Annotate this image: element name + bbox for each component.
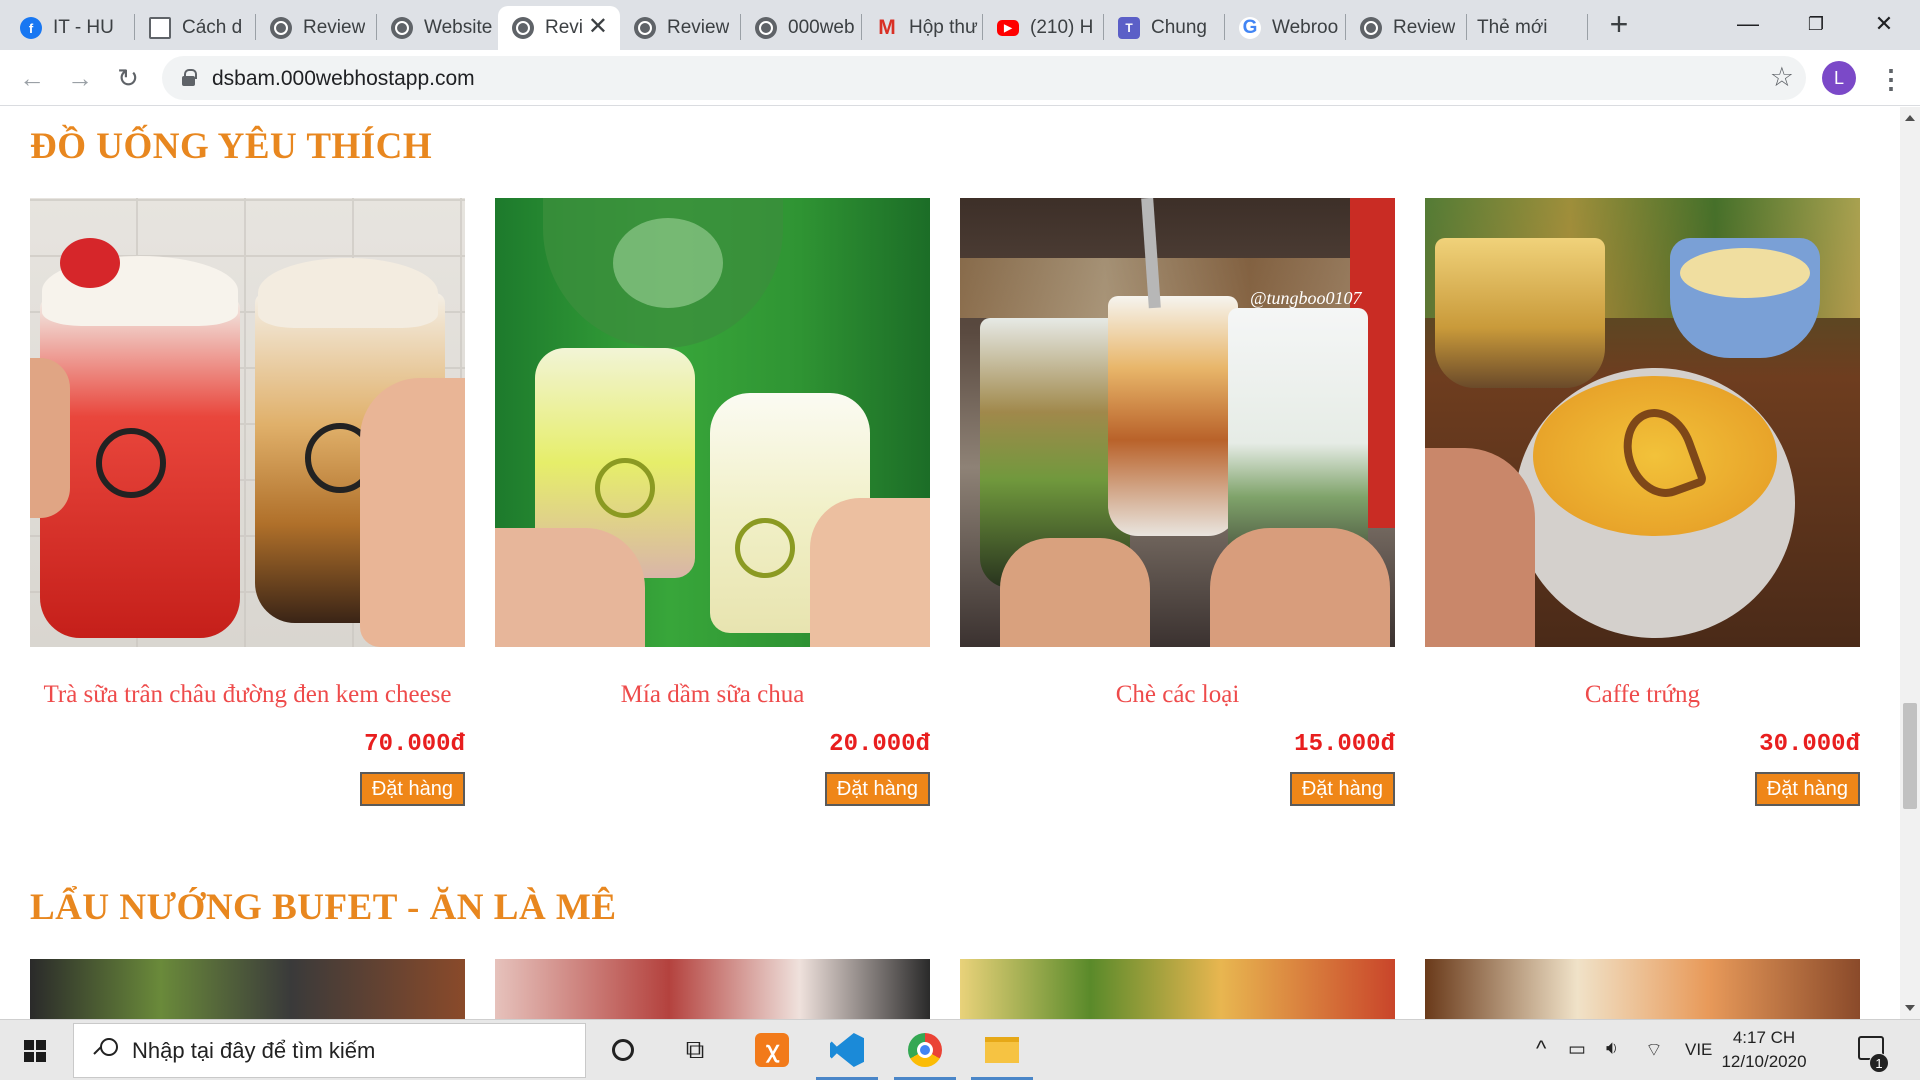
order-button[interactable]: Đặt hàng [824, 772, 930, 806]
tab-000web[interactable]: 000web [741, 6, 861, 50]
address-bar[interactable]: dsbam.000webhostapp.com ☆ [162, 56, 1806, 100]
tab-active[interactable]: Revi ✕ [498, 6, 620, 50]
reload-icon[interactable]: ↻ [110, 60, 146, 96]
taskbar-clock[interactable]: 4:17 CH 12/10/2020 [1716, 1026, 1812, 1074]
url-text[interactable]: dsbam.000webhostapp.com [212, 67, 475, 91]
minimize-icon[interactable]: — [1718, 6, 1778, 42]
product-name[interactable]: Mía dầm sữa chua [495, 681, 930, 709]
forward-icon[interactable]: → [62, 60, 98, 96]
tab-website[interactable]: Website [377, 6, 497, 50]
doc-icon [149, 17, 171, 39]
tab-google[interactable]: G Webroo [1225, 6, 1345, 50]
product-price: 20.000đ [829, 731, 930, 758]
xampp-icon[interactable]: ꭓ [737, 1020, 807, 1080]
chrome-icon[interactable] [890, 1020, 960, 1080]
facebook-icon: f [20, 17, 42, 39]
search-placeholder: Nhập tại đây để tìm kiếm [132, 1038, 376, 1063]
cortana-icon[interactable] [588, 1020, 658, 1080]
restore-icon[interactable]: ❐ [1786, 6, 1846, 42]
tray-expand-icon[interactable]: ^ [1536, 1036, 1546, 1062]
photo-watermark: @tungboo0107 [1250, 288, 1362, 308]
product-photo-egg-coffee[interactable] [1425, 198, 1860, 647]
language-indicator[interactable]: VIE [1685, 1040, 1712, 1060]
windows-taskbar: Nhập tại đây để tìm kiếm ⧉ ꭓ ^ ▭ 🔉︎ ⌔ VI… [0, 1019, 1920, 1080]
teams-icon: T [1118, 17, 1140, 39]
scroll-thumb[interactable] [1903, 703, 1917, 809]
product-name[interactable]: Trà sữa trân châu đường đen kem cheese [30, 681, 465, 709]
hotpot-photo-2[interactable] [495, 959, 930, 1019]
hotpot-photo-1[interactable] [30, 959, 465, 1019]
globe-icon [1360, 17, 1382, 39]
tab-doc[interactable]: Cách d [135, 6, 255, 50]
youtube-icon: ▶ [997, 20, 1019, 36]
order-button[interactable]: Đặt hàng [1754, 772, 1860, 806]
product-photo-che[interactable]: @tungboo0107 [960, 198, 1395, 647]
page-scrollbar[interactable] [1900, 107, 1920, 1019]
hotpot-photo-4[interactable] [1425, 959, 1860, 1019]
hotpot-photo-3[interactable] [960, 959, 1395, 1019]
product-photo-sugarcane-yogurt[interactable] [495, 198, 930, 647]
product-name[interactable]: Chè các loại [960, 681, 1395, 709]
new-tab-icon[interactable]: + [1604, 8, 1634, 40]
order-button[interactable]: Đặt hàng [359, 772, 465, 806]
notification-badge: 1 [1869, 1053, 1889, 1073]
globe-icon [391, 17, 413, 39]
task-view-icon[interactable]: ⧉ [660, 1020, 730, 1080]
profile-avatar[interactable]: L [1822, 61, 1856, 95]
volume-icon[interactable]: 🔉︎ [1606, 1038, 1618, 1060]
clock-date: 12/10/2020 [1721, 1052, 1807, 1071]
tab-review-3[interactable]: Review [1346, 6, 1466, 50]
clock-time: 4:17 CH [1732, 1028, 1796, 1047]
product-price: 70.000đ [364, 731, 465, 758]
globe-icon [512, 17, 534, 39]
tab-youtube[interactable]: ▶ (210) H [983, 6, 1103, 50]
tab-strip: f IT - HU Cách d Review Website Revi ✕ R… [0, 0, 1920, 50]
bookmark-star-icon[interactable]: ☆ [1770, 62, 1794, 93]
back-icon[interactable]: ← [14, 60, 50, 96]
lock-icon [182, 69, 197, 86]
tab-gmail[interactable]: M Hộp thư [862, 6, 982, 50]
product-price: 15.000đ [1294, 731, 1395, 758]
tab-new[interactable]: Thẻ mới [1467, 6, 1587, 50]
taskbar-search-box[interactable]: Nhập tại đây để tìm kiếm [73, 1023, 586, 1078]
tab-facebook[interactable]: f IT - HU [6, 6, 134, 50]
tab-review-2[interactable]: Review [620, 6, 740, 50]
product-name[interactable]: Caffe trứng [1425, 681, 1860, 709]
windows-start-icon[interactable] [24, 1040, 46, 1062]
globe-icon [755, 17, 777, 39]
scroll-up-icon[interactable] [1905, 115, 1915, 121]
tab-teams[interactable]: T Chung [1104, 6, 1224, 50]
menu-kebab-icon[interactable]: ⋮ [1878, 62, 1904, 96]
product-photo-milk-tea[interactable] [30, 198, 465, 647]
close-window-icon[interactable]: ✕ [1854, 6, 1914, 42]
gmail-icon: M [878, 16, 896, 39]
tab-review-1[interactable]: Review [256, 6, 376, 50]
google-icon: G [1239, 17, 1261, 39]
globe-icon [634, 17, 656, 39]
search-icon [94, 1038, 118, 1060]
battery-icon[interactable]: ▭ [1568, 1038, 1586, 1061]
close-tab-icon[interactable]: ✕ [588, 15, 608, 39]
page-viewport: ĐỒ UỐNG YÊU THÍCH Trà sữa trân châu đườn… [0, 107, 1900, 1019]
wifi-icon[interactable]: ⌔ [1645, 1038, 1663, 1062]
hotpot-section-title: LẨU NƯỚNG BUFET - ĂN LÀ MÊ [30, 887, 617, 928]
file-explorer-icon[interactable] [967, 1020, 1037, 1080]
vscode-icon[interactable] [812, 1020, 882, 1080]
drinks-section-title: ĐỒ UỐNG YÊU THÍCH [30, 126, 433, 167]
globe-icon [270, 17, 292, 39]
scroll-down-icon[interactable] [1905, 1005, 1915, 1011]
order-button[interactable]: Đặt hàng [1289, 772, 1395, 806]
product-price: 30.000đ [1759, 731, 1860, 758]
browser-toolbar: ← → ↻ dsbam.000webhostapp.com ☆ [0, 50, 1920, 106]
